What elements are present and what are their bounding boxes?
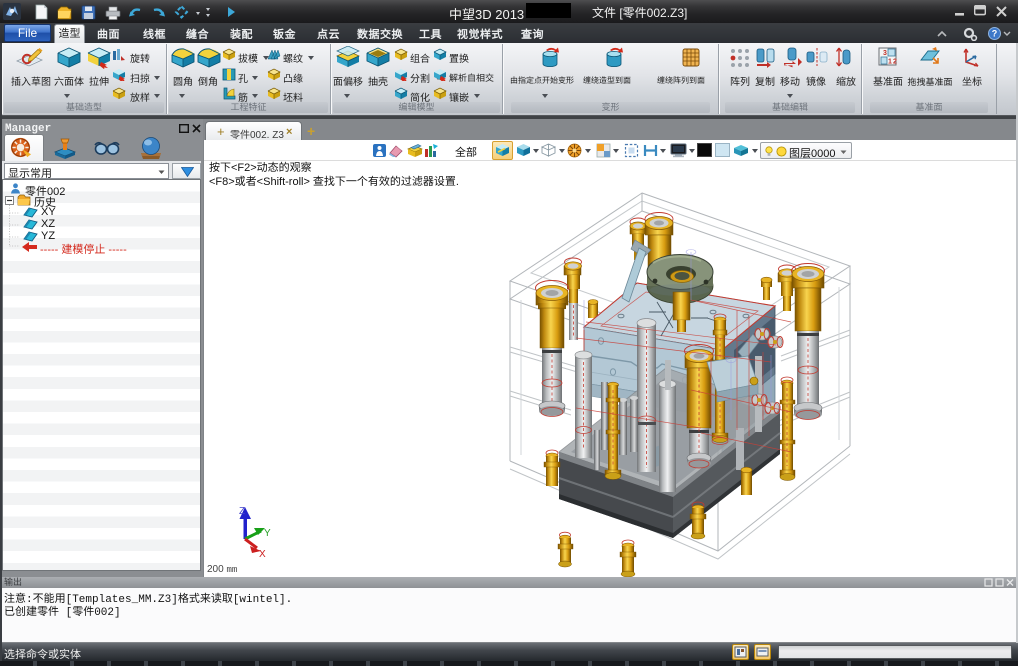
svg-text:Y: Y: [264, 528, 271, 539]
svg-text:Z: Z: [239, 506, 245, 517]
svg-text:X: X: [259, 549, 266, 560]
svg-text:?: ?: [992, 29, 998, 39]
